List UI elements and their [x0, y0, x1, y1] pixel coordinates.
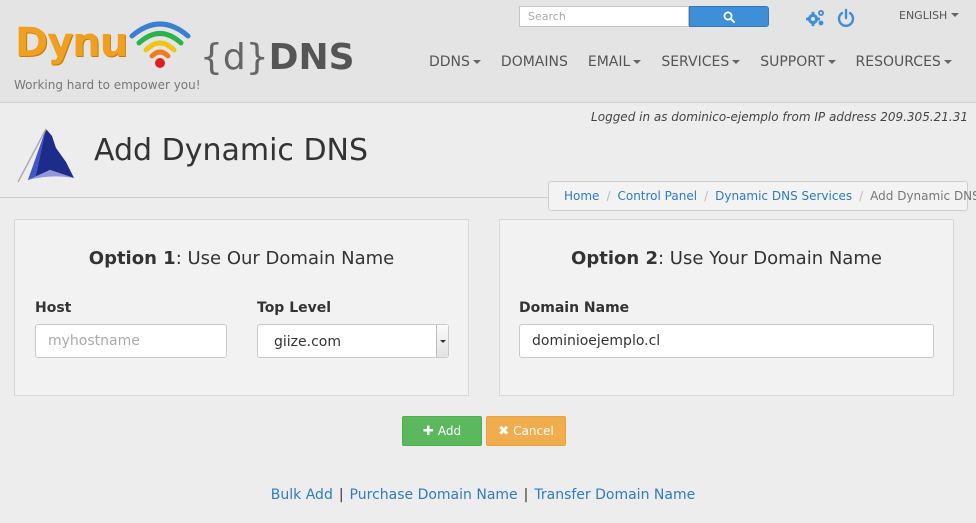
breadcrumb-dynamic-dns-services[interactable]: Dynamic DNS Services [715, 189, 852, 203]
top-level-label: Top Level [257, 300, 332, 316]
gear-icon[interactable] [806, 8, 826, 28]
nav-domains[interactable]: DOMAINS [501, 54, 568, 70]
chevron-down-icon [827, 60, 836, 64]
add-button[interactable]: ✚ Add [402, 416, 482, 446]
chevron-down-icon [951, 13, 960, 17]
top-header: Dynu {d}DNS Working hard to empower you! [0, 0, 976, 103]
logo-ddns-text: {d}DNS [200, 36, 355, 80]
breadcrumb: Home / Control Panel / Dynamic DNS Servi… [548, 181, 976, 211]
option2-panel: Option 2: Use Your Domain Name Domain Na… [499, 219, 954, 396]
nav-support-label: SUPPORT [760, 54, 825, 70]
divider [0, 197, 548, 198]
chevron-down-icon [732, 60, 741, 64]
nav-resources[interactable]: RESOURCES [856, 54, 952, 70]
close-icon: ✖ [498, 423, 510, 439]
main-nav: DDNS DOMAINS EMAIL SERVICES SUPPORT RESO… [429, 54, 972, 70]
chevron-down-icon [436, 325, 448, 357]
option2-title-bold: Option 2 [571, 248, 658, 269]
domain-name-input[interactable] [519, 324, 934, 358]
language-selector[interactable]: ENGLISH [899, 9, 960, 22]
chevron-down-icon [472, 60, 481, 64]
logged-in-status: Logged in as dominico-ejemplo from IP ad… [591, 110, 968, 124]
power-icon[interactable] [836, 8, 856, 28]
tagline: Working hard to empower you! [14, 78, 201, 92]
plus-icon: ✚ [422, 423, 434, 439]
link-separator: | [338, 487, 344, 503]
purchase-domain-link[interactable]: Purchase Domain Name [350, 487, 518, 503]
option1-panel: Option 1: Use Our Domain Name Host Top L… [14, 219, 469, 396]
chevron-down-icon [943, 60, 952, 64]
option2-title: Option 2: Use Your Domain Name [500, 248, 953, 269]
search-icon [723, 11, 735, 23]
language-label: ENGLISH [899, 9, 948, 22]
nav-support[interactable]: SUPPORT [760, 54, 836, 70]
option1-title-rest: : Use Our Domain Name [175, 248, 395, 269]
host-input[interactable] [35, 324, 227, 358]
breadcrumb-separator: / [606, 189, 611, 203]
search-button[interactable] [689, 6, 769, 27]
logo-dns: DNS [268, 37, 355, 78]
search-input[interactable] [519, 6, 689, 27]
transfer-domain-link[interactable]: Transfer Domain Name [534, 487, 695, 503]
option1-title: Option 1: Use Our Domain Name [15, 248, 468, 269]
domain-name-label: Domain Name [519, 300, 630, 316]
breadcrumb-current: Add Dynamic DNS [870, 189, 976, 203]
top-level-select[interactable]: giize.com [257, 324, 449, 358]
flag-icon [17, 128, 74, 183]
nav-services-label: SERVICES [661, 54, 730, 70]
chevron-down-icon [633, 60, 642, 64]
breadcrumb-control-panel[interactable]: Control Panel [617, 189, 697, 203]
nav-ddns-label: DDNS [429, 54, 470, 70]
breadcrumb-home[interactable]: Home [564, 189, 599, 203]
add-button-label: Add [437, 424, 462, 438]
nav-resources-label: RESOURCES [855, 54, 941, 70]
host-label: Host [35, 300, 72, 316]
option1-title-bold: Option 1 [88, 248, 176, 269]
nav-ddns[interactable]: DDNS [429, 54, 481, 70]
bottom-links: Bulk Add | Purchase Domain Name | Transfer D… [0, 487, 966, 503]
link-separator: | [523, 487, 529, 503]
logo-brace-close: } [245, 37, 269, 78]
option2-title-rest: : Use Your Domain Name [657, 248, 882, 269]
top-level-selected-value: giize.com [274, 334, 341, 350]
logo-brace-open: { [200, 37, 223, 78]
logo-d: d [222, 37, 246, 78]
bulk-add-link[interactable]: Bulk Add [271, 487, 333, 503]
nav-services[interactable]: SERVICES [661, 54, 741, 70]
breadcrumb-separator: / [704, 189, 709, 203]
breadcrumb-separator: / [859, 189, 864, 203]
wifi-logo-icon [129, 21, 191, 68]
logo-dynu-text: Dynu [15, 20, 128, 66]
cancel-button-label: Cancel [513, 424, 554, 438]
cancel-button[interactable]: ✖ Cancel [486, 416, 566, 446]
nav-email[interactable]: EMAIL [587, 54, 642, 70]
nav-domains-label: DOMAINS [500, 54, 568, 70]
nav-email-label: EMAIL [587, 54, 631, 70]
page-title: Add Dynamic DNS [94, 133, 369, 168]
